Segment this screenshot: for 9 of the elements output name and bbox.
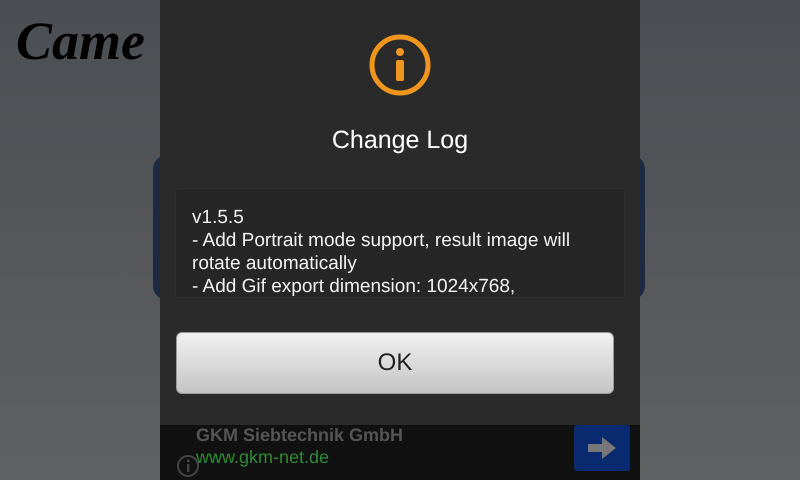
changelog-line: - Add Gif export dimension: 1024x768, <box>192 274 516 296</box>
ad-url: www.gkm-net.de <box>196 446 330 469</box>
ad-banner[interactable]: GKM Siebtechnik GmbH www.gkm-net.de <box>160 425 640 480</box>
ok-button[interactable]: OK <box>176 332 614 394</box>
changelog-line: - Add Portrait mode support, result image will rotate automatically <box>192 228 572 274</box>
ad-title: GKM Siebtechnik GmbH <box>196 424 404 447</box>
changelog-line: v1.5.5 <box>192 206 245 228</box>
page-heading: Came <box>16 14 145 68</box>
dialog-title: Change Log <box>332 125 468 156</box>
